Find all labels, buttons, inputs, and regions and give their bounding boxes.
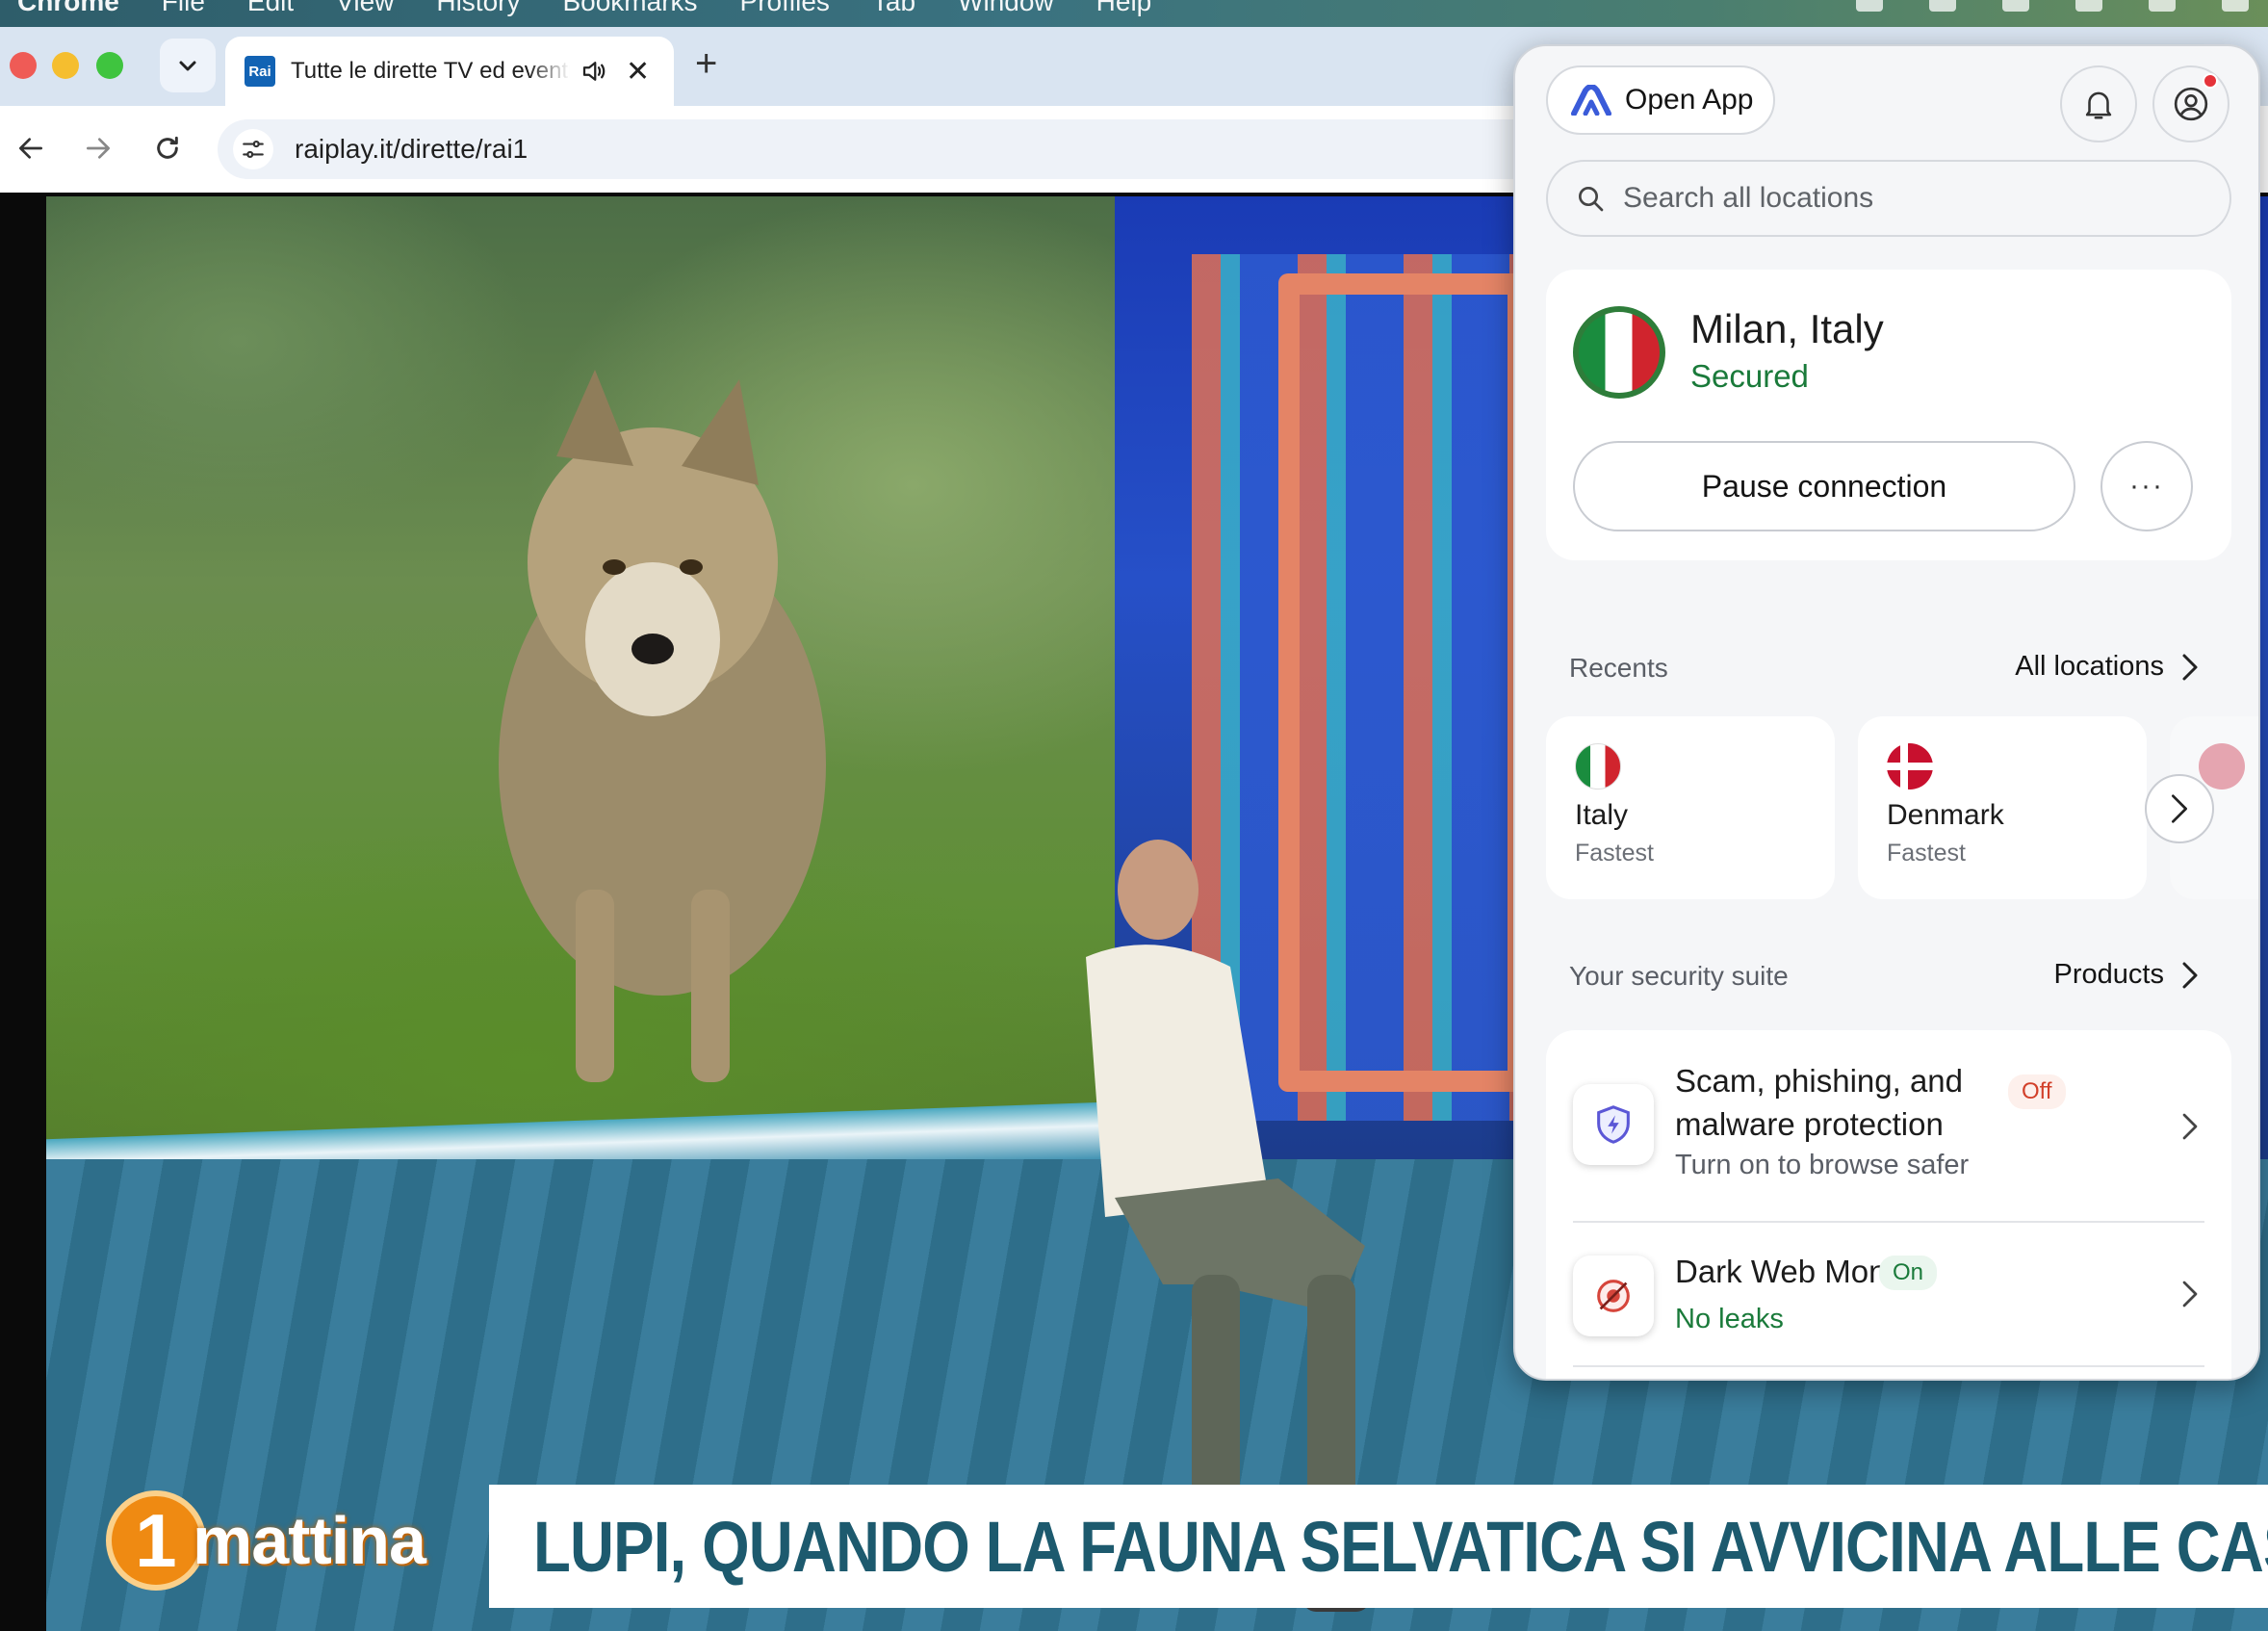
location-name: Italy (1575, 799, 1629, 831)
security-suite-heading: Your security suite (1569, 961, 1789, 991)
status-badge: Off (2008, 1074, 2066, 1109)
forward-button[interactable] (77, 127, 119, 169)
tab-title: Tutte le dirette TV ed eventi (291, 58, 570, 84)
menu-bookmarks[interactable]: Bookmarks (562, 0, 697, 17)
headline-strip: LUPI, QUANDO LA FAUNA SELVATICA SI AVVIC… (489, 1485, 2268, 1608)
notifications-button[interactable] (2060, 65, 2137, 142)
arrow-right-icon (87, 138, 110, 159)
italy-flag-icon (1575, 743, 1621, 790)
new-tab-button[interactable]: + (695, 42, 717, 86)
notification-dot (2203, 73, 2218, 89)
open-app-button[interactable]: Open App (1546, 65, 1775, 135)
account-icon (2174, 87, 2208, 121)
wolf-image (499, 370, 826, 1082)
brand-logo-icon (1571, 85, 1611, 116)
menu-history[interactable]: History (436, 0, 520, 17)
feature-subtitle: No leaks (1675, 1304, 1784, 1334)
location-search[interactable] (1546, 160, 2231, 237)
menu-items: Chrome File Edit View History Bookmarks … (17, 0, 1151, 17)
location-sub: Fastest (1887, 840, 1966, 867)
open-app-label: Open App (1625, 84, 1754, 116)
menu-edit[interactable]: Edit (247, 0, 294, 17)
chevron-right-icon (2176, 1107, 2204, 1146)
bell-icon (2085, 91, 2112, 119)
menu-tab[interactable]: Tab (872, 0, 915, 17)
tray-icon[interactable] (1929, 0, 1956, 12)
security-suite-card: Scam, phishing, and malware protection O… (1546, 1030, 2231, 1379)
menu-help[interactable]: Help (1096, 0, 1152, 17)
dark-web-eye-icon (1573, 1256, 1654, 1336)
menu-file[interactable]: File (162, 0, 205, 17)
vpn-popup: Open App Milan, Italy Secured Pause conn… (1513, 44, 2260, 1381)
menu-window[interactable]: Window (958, 0, 1054, 17)
chevron-right-icon (2176, 1275, 2204, 1313)
chevron-down-icon (179, 61, 196, 71)
connection-status: Secured (1690, 358, 1809, 394)
site-info-button[interactable] (233, 129, 273, 169)
status-badge: On (1879, 1256, 1938, 1290)
denmark-flag-icon (1887, 743, 1933, 790)
url-text: raiplay.it/dirette/rai1 (295, 134, 528, 164)
flag-icon (2199, 743, 2245, 790)
macos-menu-bar: Chrome File Edit View History Bookmarks … (0, 0, 2268, 27)
news-banner: 1 mattina LUPI, QUANDO LA FAUNA SELVATIC… (0, 1473, 2268, 1608)
connected-location: Milan, Italy (1690, 306, 1884, 351)
tab-active[interactable]: Rai Tutte le dirette TV ed eventi ✕ (225, 37, 674, 106)
menu-profiles[interactable]: Profiles (740, 0, 830, 17)
feature-subtitle: Turn on to browse safer (1675, 1150, 1970, 1180)
tune-icon (243, 141, 264, 158)
menu-view[interactable]: View (336, 0, 394, 17)
headline-text: LUPI, QUANDO LA FAUNA SELVATICA SI AVVIC… (533, 1506, 2268, 1587)
shield-icon (1573, 1084, 1654, 1165)
menu-chrome[interactable]: Chrome (17, 0, 119, 17)
speaker-icon[interactable] (580, 57, 608, 86)
window-zoom-button[interactable] (96, 52, 123, 79)
search-icon (1579, 187, 1604, 212)
rai-favicon: Rai (245, 56, 275, 87)
dark-web-monitor-row[interactable]: Dark Web Monitor On No leaks (1573, 1223, 2204, 1367)
tray-icon[interactable] (2149, 0, 2176, 12)
tray-icon[interactable] (1856, 0, 1883, 12)
tab-search-button[interactable] (160, 39, 216, 92)
tray-icon[interactable] (2075, 0, 2102, 12)
recents-scroll-right-button[interactable] (2145, 774, 2214, 843)
tray-icon[interactable] (2002, 0, 2029, 12)
more-options-button[interactable]: ··· (2100, 441, 2193, 531)
address-bar[interactable]: raiplay.it/dirette/rai1 (218, 119, 1565, 179)
back-button[interactable] (10, 127, 52, 169)
chevron-right-icon (2182, 654, 2198, 680)
chevron-right-icon (2172, 794, 2187, 823)
account-button[interactable] (2152, 65, 2229, 142)
chevron-right-icon (2182, 962, 2198, 988)
italy-flag-icon (1573, 306, 1665, 399)
tray-icon[interactable] (2222, 0, 2249, 12)
window-close-button[interactable] (10, 52, 37, 79)
all-locations-link[interactable]: All locations (2015, 651, 2199, 683)
products-link[interactable]: Products (2054, 959, 2199, 991)
status-tray (1856, 0, 2249, 12)
connection-card: Milan, Italy Secured Pause connection ··… (1546, 270, 2231, 560)
close-icon[interactable]: ✕ (626, 55, 650, 89)
location-sub: Fastest (1575, 840, 1654, 867)
search-input[interactable] (1623, 182, 2201, 215)
products-label: Products (2053, 959, 2164, 990)
recent-location-denmark[interactable]: Denmark Fastest (1858, 716, 2147, 899)
window-minimize-button[interactable] (52, 52, 79, 79)
reload-icon (157, 136, 178, 159)
recents-heading: Recents (1569, 653, 1668, 683)
feature-title: Scam, phishing, and malware protection (1675, 1063, 1964, 1142)
reload-button[interactable] (146, 127, 189, 169)
all-locations-label: All locations (2015, 651, 2164, 682)
recent-location-italy[interactable]: Italy Fastest (1546, 716, 1835, 899)
pause-connection-button[interactable]: Pause connection (1573, 441, 2075, 531)
arrow-left-icon (19, 138, 42, 159)
location-name: Denmark (1887, 799, 2004, 831)
unomattina-logo: 1 mattina (106, 1473, 481, 1608)
logo-word: mattina (193, 1503, 426, 1578)
logo-number: 1 (106, 1490, 206, 1591)
scam-protection-row[interactable]: Scam, phishing, and malware protection O… (1573, 1030, 2204, 1223)
